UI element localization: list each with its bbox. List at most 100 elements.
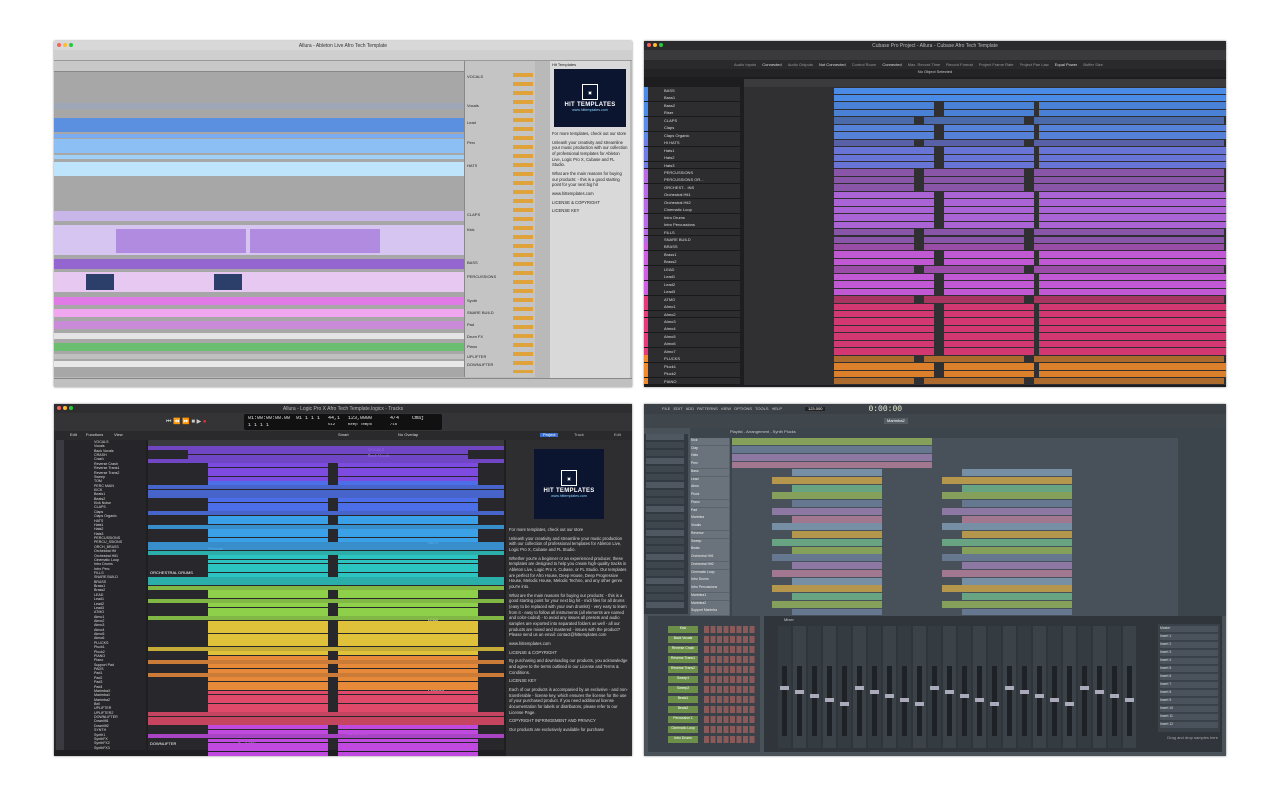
mixer-fader[interactable] — [1112, 666, 1117, 736]
region[interactable] — [338, 520, 478, 525]
region[interactable] — [208, 555, 328, 560]
region[interactable] — [338, 533, 478, 538]
fl-menubar[interactable]: FILE EDIT ADD PATTERNS VIEW OPTIONS TOOL… — [644, 404, 1226, 414]
region[interactable] — [148, 494, 504, 498]
mixer-insert-slot[interactable]: Insert 11 — [1160, 714, 1218, 720]
mixer-fader[interactable] — [857, 666, 862, 736]
fader-knob[interactable] — [780, 686, 789, 690]
event[interactable] — [924, 169, 1024, 176]
region[interactable] — [338, 603, 478, 608]
event[interactable] — [1034, 139, 1224, 147]
event[interactable] — [834, 333, 934, 340]
event[interactable] — [834, 191, 934, 199]
pattern-clip[interactable] — [792, 500, 882, 508]
region[interactable] — [338, 633, 478, 638]
browser-item[interactable] — [646, 570, 684, 576]
track-header[interactable]: Atmo — [691, 484, 729, 492]
track-lane[interactable] — [54, 259, 464, 269]
event[interactable] — [834, 378, 914, 385]
mixer-channel[interactable] — [1003, 626, 1016, 748]
event[interactable] — [1039, 102, 1226, 109]
region[interactable] — [338, 655, 478, 660]
fader-knob[interactable] — [1125, 698, 1134, 702]
event[interactable] — [1039, 109, 1226, 117]
pattern-clip[interactable] — [942, 585, 1072, 593]
region[interactable] — [148, 616, 504, 621]
region[interactable] — [208, 738, 328, 743]
event[interactable] — [834, 214, 934, 221]
track-header[interactable]: Intro Percussions — [691, 585, 729, 593]
region[interactable] — [208, 498, 328, 503]
event[interactable] — [834, 94, 1226, 102]
event[interactable] — [1039, 124, 1226, 132]
event[interactable] — [944, 199, 1034, 206]
region[interactable] — [208, 677, 328, 682]
channel-button[interactable]: Sweep2 — [668, 686, 698, 693]
region[interactable] — [338, 677, 478, 682]
event[interactable] — [834, 318, 934, 325]
channel-button[interactable]: Reverse Trans1 — [668, 656, 698, 663]
track-header[interactable]: Orchestral Hit1 — [691, 554, 729, 562]
region[interactable] — [208, 559, 328, 564]
event[interactable] — [834, 147, 934, 154]
arrangement-view[interactable] — [54, 61, 464, 377]
event[interactable] — [834, 311, 934, 318]
mixer-channel[interactable] — [853, 626, 866, 748]
event[interactable] — [944, 303, 1034, 310]
mixer-channel[interactable] — [1078, 626, 1091, 748]
event[interactable] — [834, 288, 934, 296]
region[interactable] — [148, 489, 504, 494]
event[interactable] — [944, 124, 1034, 132]
region[interactable] — [208, 742, 328, 747]
mixer-channel[interactable] — [913, 626, 926, 748]
track-header[interactable]: Marimba — [691, 515, 729, 523]
mixer-fader[interactable] — [917, 666, 922, 736]
menu-functions[interactable]: Functions — [86, 433, 103, 437]
region[interactable] — [208, 686, 328, 691]
browser-item[interactable] — [646, 530, 684, 536]
pattern-clip[interactable] — [732, 461, 932, 469]
pattern-clip[interactable] — [962, 469, 1072, 477]
track-header[interactable]: Bass — [691, 468, 729, 477]
track-lane[interactable] — [54, 211, 464, 221]
browser-item[interactable] — [646, 498, 684, 504]
track-header[interactable]: Cinematic Loop — [691, 569, 729, 577]
pattern-clip[interactable] — [792, 484, 882, 492]
step-sequencer[interactable] — [704, 716, 756, 723]
browser-item[interactable] — [646, 546, 684, 552]
region[interactable] — [208, 611, 328, 616]
drag-value[interactable]: No Overlap — [398, 433, 418, 437]
event[interactable] — [1039, 303, 1226, 310]
ableton-track-headers[interactable]: VOCALS Vocals Lead Perc HATS CLAPS Kick … — [464, 61, 535, 377]
region[interactable] — [338, 738, 478, 743]
event[interactable] — [834, 348, 934, 355]
region[interactable] — [338, 563, 478, 568]
pattern-clip[interactable] — [772, 476, 882, 484]
window-controls[interactable] — [57, 43, 73, 47]
ableton-control-bar[interactable] — [54, 50, 632, 61]
region[interactable] — [148, 550, 504, 555]
region[interactable] — [208, 642, 328, 647]
pattern-clip[interactable] — [772, 585, 882, 593]
fader-knob[interactable] — [1035, 694, 1044, 698]
event[interactable] — [834, 251, 934, 258]
region[interactable] — [338, 668, 478, 673]
fader-knob[interactable] — [900, 698, 909, 702]
mixer-channel[interactable] — [868, 626, 881, 748]
region[interactable] — [338, 664, 478, 669]
region[interactable] — [338, 467, 478, 472]
region[interactable] — [148, 581, 504, 586]
step-sequencer[interactable] — [704, 676, 756, 683]
fader-knob[interactable] — [855, 686, 864, 690]
event[interactable] — [1039, 318, 1226, 325]
region[interactable] — [208, 625, 328, 629]
region[interactable] — [338, 559, 478, 564]
event[interactable] — [834, 340, 934, 348]
region[interactable] — [208, 572, 328, 577]
midi-clip[interactable] — [250, 229, 380, 253]
pattern-clip[interactable] — [732, 446, 932, 453]
event[interactable] — [834, 117, 914, 124]
event[interactable] — [924, 184, 1024, 191]
track-lane[interactable] — [54, 333, 464, 339]
event[interactable] — [924, 355, 1024, 363]
